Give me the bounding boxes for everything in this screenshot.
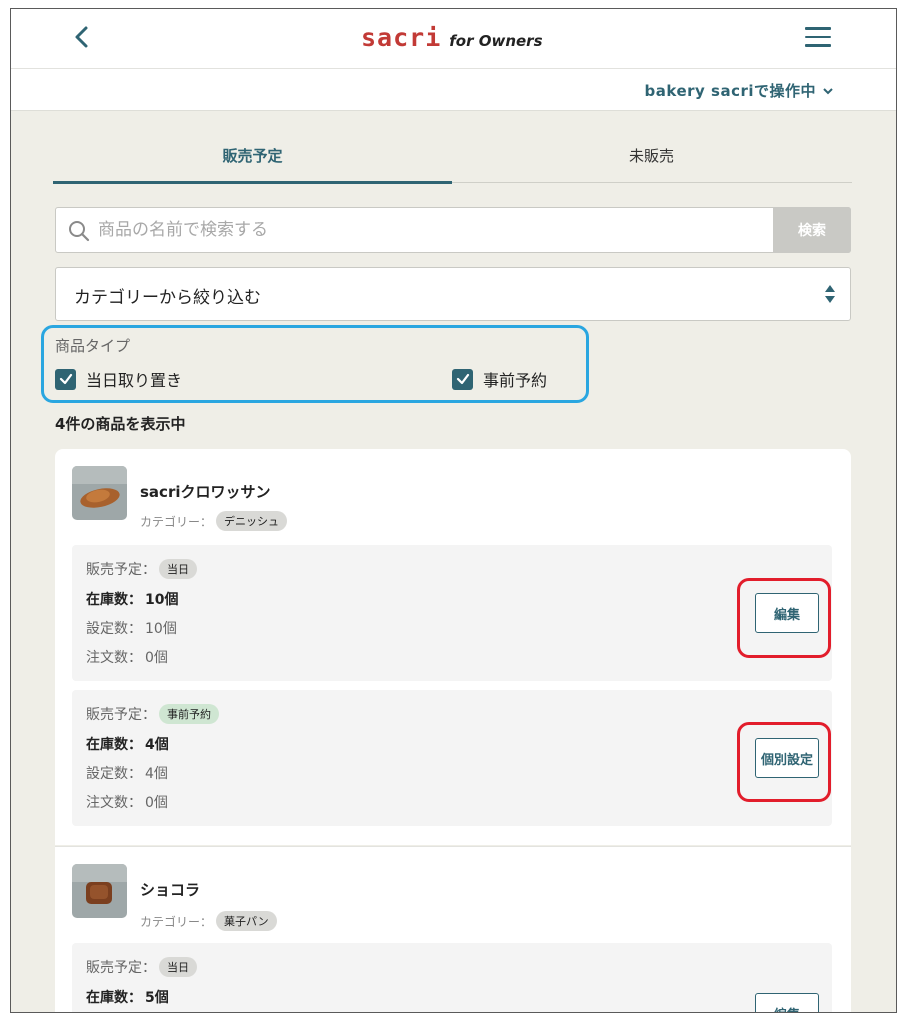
result-count: 4件の商品を表示中 xyxy=(55,415,186,433)
schedule-plan: 販売予定： 当日 xyxy=(86,957,197,977)
stock-value: 4個 xyxy=(145,737,169,753)
logo-sub-text: for Owners xyxy=(449,32,543,50)
chevron-down-icon xyxy=(823,87,833,94)
tab-bar: 販売予定 未販売 xyxy=(53,137,852,184)
checkbox-label: 当日取り置き xyxy=(86,371,183,390)
product-category: カテゴリー： デニッシュ xyxy=(140,511,288,531)
plan-chip: 当日 xyxy=(159,957,197,977)
product-card: sacriクロワッサン カテゴリー： デニッシュ 販売予定： 当日 在庫数： 1… xyxy=(55,449,851,845)
edit-button-highlight xyxy=(737,578,831,658)
product-thumbnail xyxy=(72,864,127,918)
stock-label: 在庫数： xyxy=(86,990,142,1006)
schedule-setting: 設定数： 10個 xyxy=(86,618,177,638)
schedule-block: 販売予定： 当日 在庫数： 5個 編集 xyxy=(72,943,832,1012)
category-label: カテゴリー： xyxy=(140,914,213,929)
order-value: 0個 xyxy=(145,795,168,811)
checkbox-checked-icon xyxy=(452,368,473,390)
plan-label: 販売予定： xyxy=(86,960,156,976)
product-name: ショコラ xyxy=(140,881,201,899)
product-card: ショコラ カテゴリー： 菓子パン 販売予定： 当日 在庫数： 5個 編集 xyxy=(55,846,851,1012)
category-chip: デニッシュ xyxy=(216,511,288,531)
stock-label: 在庫数： xyxy=(86,592,142,608)
plan-label: 販売予定： xyxy=(86,562,156,578)
schedule-setting: 設定数： 4個 xyxy=(86,763,168,783)
plan-chip: 当日 xyxy=(159,559,197,579)
edit-button[interactable]: 編集 xyxy=(755,993,819,1012)
category-select-label: カテゴリーから絞り込む xyxy=(74,288,261,308)
search-icon xyxy=(69,221,90,242)
product-type-label: 商品タイプ xyxy=(55,337,131,355)
schedule-plan: 販売予定： 事前予約 xyxy=(86,704,219,724)
setting-value: 10個 xyxy=(145,621,177,637)
schedule-stock: 在庫数： 4個 xyxy=(86,734,169,754)
schedule-stock: 在庫数： 10個 xyxy=(86,589,178,609)
store-selector[interactable]: bakery sacriで操作中 xyxy=(645,80,834,101)
setting-label: 設定数： xyxy=(86,766,142,782)
tab-unsold[interactable]: 未販売 xyxy=(452,145,851,166)
select-arrows-icon xyxy=(825,285,835,303)
stock-value: 10個 xyxy=(145,592,179,608)
logo-main-text: sacri xyxy=(361,23,442,52)
setting-label: 設定数： xyxy=(86,621,142,637)
hamburger-menu-icon[interactable] xyxy=(805,27,833,49)
category-select[interactable]: カテゴリーから絞り込む xyxy=(55,267,851,321)
stock-value: 5個 xyxy=(145,990,169,1006)
schedule-order: 注文数： 0個 xyxy=(86,647,168,667)
order-label: 注文数： xyxy=(86,795,142,811)
individual-settings-highlight xyxy=(737,722,831,802)
app-frame: sacri for Owners bakery sacriで操作中 販売予定 未… xyxy=(10,8,897,1013)
setting-value: 4個 xyxy=(145,766,168,782)
stock-label: 在庫数： xyxy=(86,737,142,753)
order-label: 注文数： xyxy=(86,650,142,666)
plan-label: 販売予定： xyxy=(86,707,156,723)
tab-active-indicator xyxy=(53,181,452,184)
schedule-stock: 在庫数： 5個 xyxy=(86,987,169,1007)
product-category: カテゴリー： 菓子パン xyxy=(140,911,277,931)
checkbox-same-day-pickup[interactable]: 当日取り置き xyxy=(55,367,182,391)
schedule-plan: 販売予定： 当日 xyxy=(86,559,197,579)
checkbox-pre-order[interactable]: 事前予約 xyxy=(452,367,547,391)
schedule-block: 販売予定： 事前予約 在庫数： 4個 設定数： 4個 注文数： 0個 個別設定 xyxy=(72,690,832,826)
store-bar: bakery sacriで操作中 xyxy=(11,69,896,111)
search-bar: 検索 xyxy=(55,207,851,253)
search-input[interactable] xyxy=(98,208,768,252)
product-name: sacriクロワッサン xyxy=(140,483,271,501)
back-arrow-icon[interactable] xyxy=(67,21,99,53)
search-button[interactable]: 検索 xyxy=(773,207,851,253)
checkbox-checked-icon xyxy=(55,368,76,390)
category-label: カテゴリー： xyxy=(140,514,213,529)
store-label: bakery sacriで操作中 xyxy=(644,82,816,100)
schedule-order: 注文数： 0個 xyxy=(86,792,168,812)
order-value: 0個 xyxy=(145,650,168,666)
category-chip: 菓子パン xyxy=(216,911,277,931)
checkbox-label: 事前予約 xyxy=(483,371,548,390)
plan-chip: 事前予約 xyxy=(159,704,219,724)
product-thumbnail xyxy=(72,466,127,520)
schedule-block: 販売予定： 当日 在庫数： 10個 設定数： 10個 注文数： 0個 編集 xyxy=(72,545,832,681)
app-logo: sacri for Owners xyxy=(361,23,543,53)
top-bar: sacri for Owners xyxy=(11,9,896,69)
tab-scheduled[interactable]: 販売予定 xyxy=(53,145,452,166)
